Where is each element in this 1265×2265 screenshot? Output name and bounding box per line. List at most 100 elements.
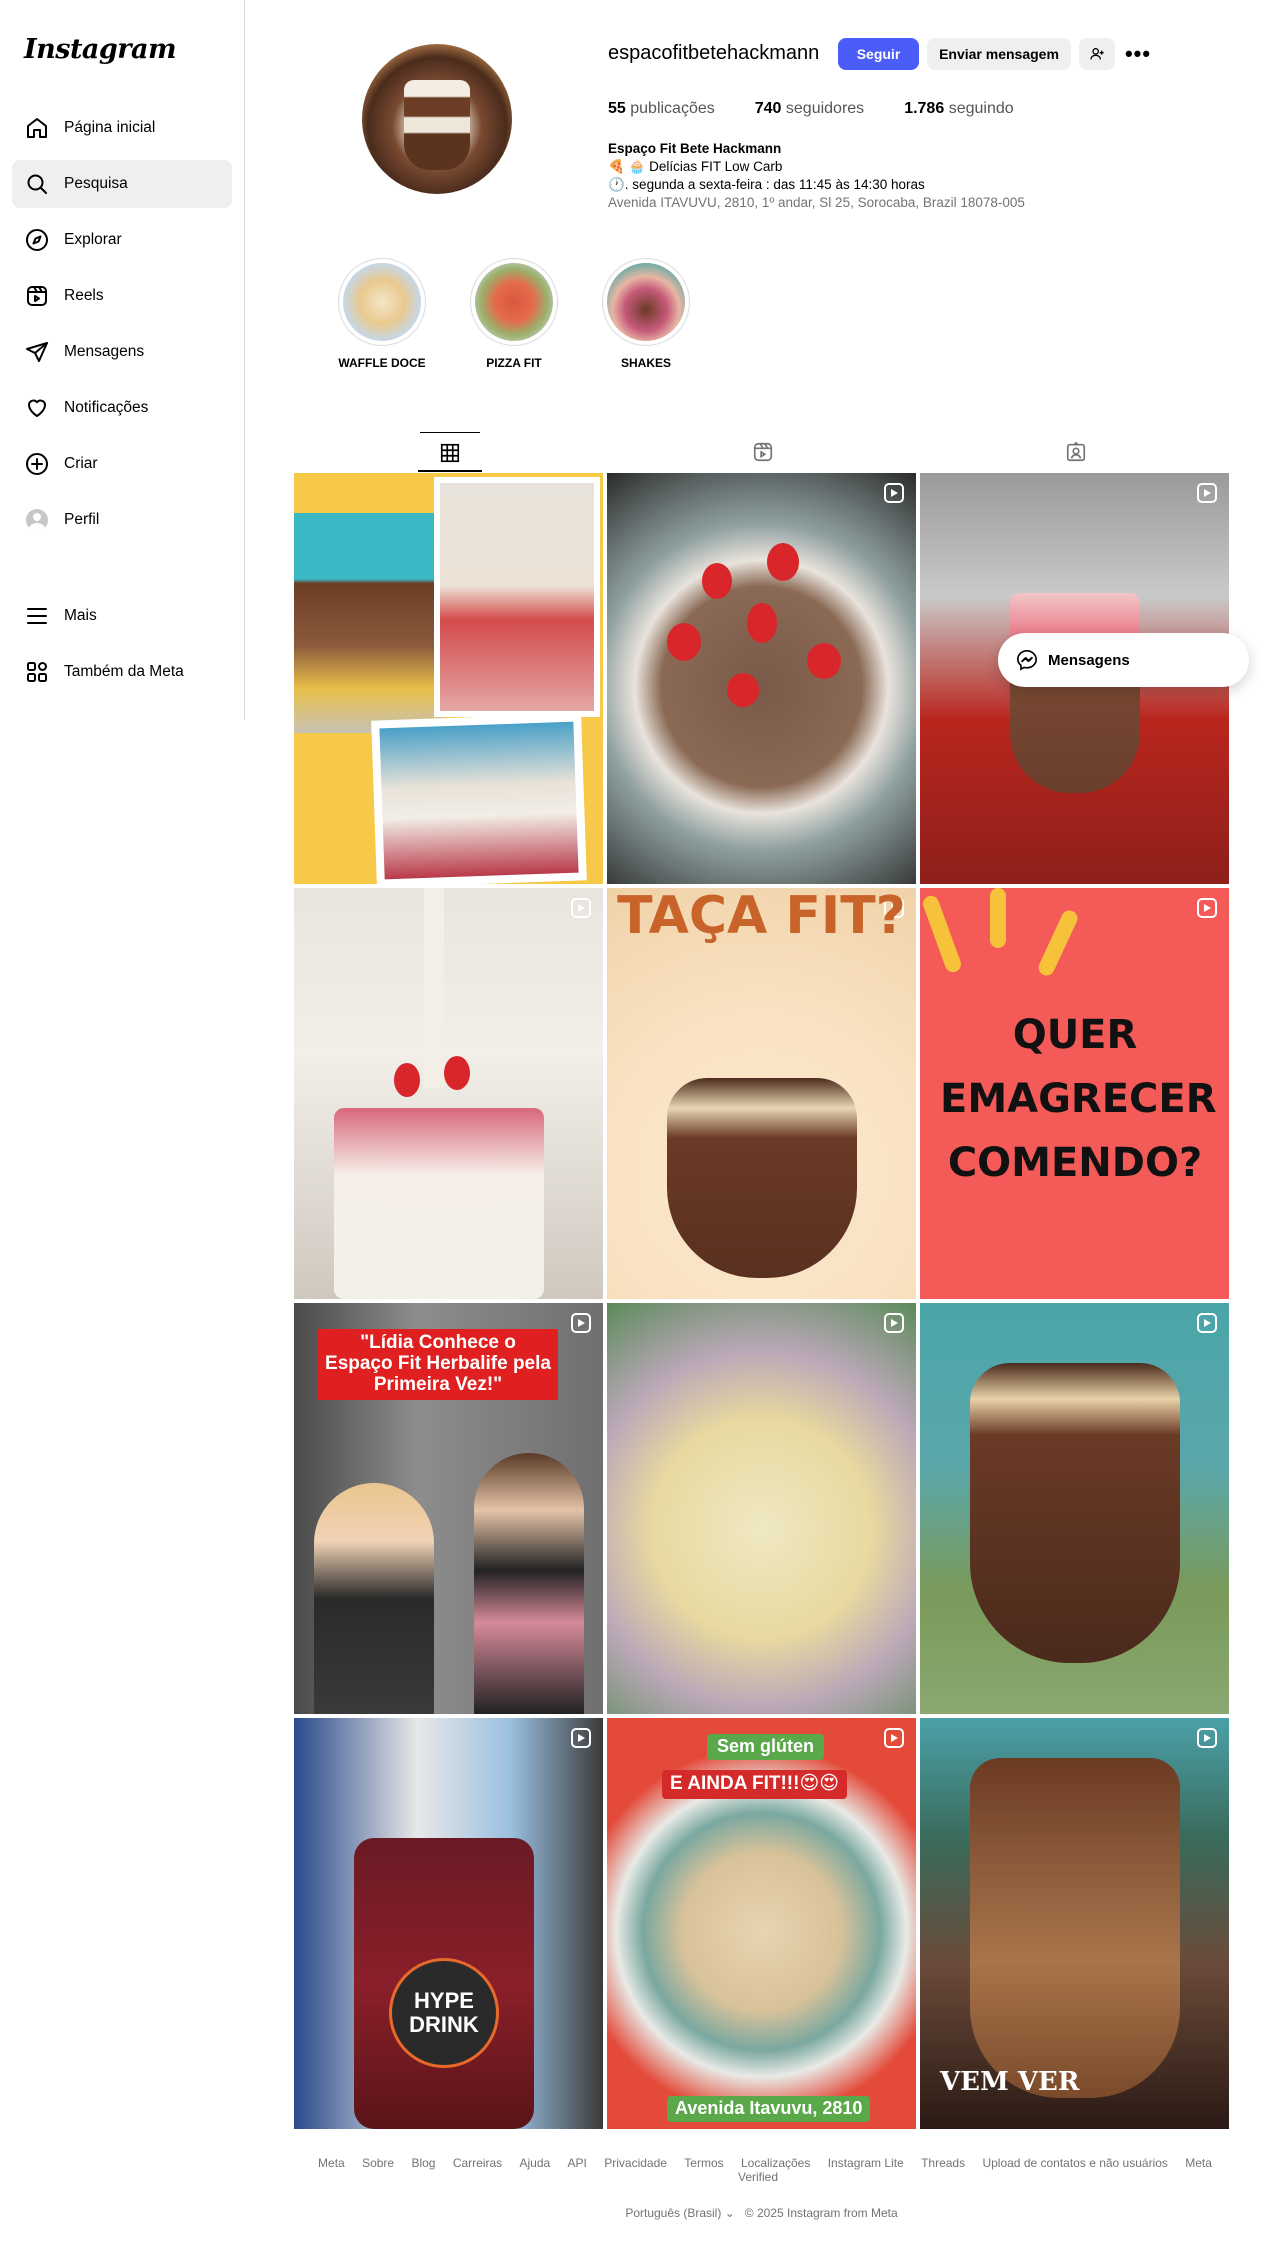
sidebar-item-label: Explorar xyxy=(64,231,122,248)
footer-link[interactable]: Carreiras xyxy=(453,2156,502,2170)
tab-posts[interactable] xyxy=(420,432,480,472)
post-overlay-text: HYPE DRINK xyxy=(389,1958,499,2068)
followers-count[interactable]: 740 seguidores xyxy=(755,100,864,118)
active-tab-indicator xyxy=(418,470,482,472)
post-overlay-text: QUER EMAGRECER COMENDO? xyxy=(940,1012,1217,1186)
highlight-label: WAFFLE DOCE xyxy=(338,356,426,370)
send-message-button[interactable]: Enviar mensagem xyxy=(927,38,1071,70)
profile-username: espacofitbetehackmann xyxy=(608,42,820,64)
footer-link[interactable]: Termos xyxy=(684,2156,723,2170)
sidebar-item-notifications[interactable]: Notificações xyxy=(12,384,232,432)
sidebar-item-create[interactable]: Criar xyxy=(12,440,232,488)
suggest-users-button[interactable] xyxy=(1079,38,1115,70)
footer-link[interactable]: Localizações xyxy=(741,2156,810,2170)
bio-address[interactable]: Avenida ITAVUVU, 2810, 1º andar, Sl 25, … xyxy=(608,194,1025,212)
plus-square-icon xyxy=(24,451,50,477)
post-tile[interactable]: VEM VER xyxy=(920,1718,1229,2129)
posts-count: 55 publicações xyxy=(608,100,715,117)
post-tile[interactable] xyxy=(920,1303,1229,1714)
copyright: © 2025 Instagram from Meta xyxy=(744,2206,898,2220)
footer-bottom: Português (Brasil) ⌄ © 2025 Instagram fr… xyxy=(294,2206,1229,2220)
sidebar-item-search[interactable]: Pesquisa xyxy=(12,160,232,208)
reel-icon xyxy=(571,1728,591,1748)
post-tile[interactable]: TAÇA FIT? xyxy=(607,888,916,1299)
footer-link[interactable]: Upload de contatos e não usuários xyxy=(982,2156,1167,2170)
messages-floating-button[interactable]: Mensagens xyxy=(998,633,1249,687)
profile-bio: Espaço Fit Bete Hackmann 🍕 🧁 Delícias FI… xyxy=(608,140,1025,212)
sidebar-item-home[interactable]: Página inicial xyxy=(12,104,232,152)
sidebar-item-label: Notificações xyxy=(64,399,149,416)
footer-link[interactable]: Sobre xyxy=(362,2156,394,2170)
post-tile[interactable]: "Lídia Conhece o Espaço Fit Herbalife pe… xyxy=(294,1303,603,1714)
reel-icon xyxy=(884,1728,904,1748)
profile-avatar[interactable] xyxy=(362,44,512,194)
post-tile[interactable]: HYPE DRINK xyxy=(294,1718,603,2129)
follow-button[interactable]: Seguir xyxy=(838,38,919,70)
tab-tagged[interactable] xyxy=(1046,432,1106,472)
highlight-pizza-fit[interactable]: PIZZA FIT xyxy=(469,258,559,370)
reel-icon xyxy=(1197,1728,1217,1748)
sidebar-item-explore[interactable]: Explorar xyxy=(12,216,232,264)
sidebar-item-label: Mensagens xyxy=(64,343,145,360)
profile-stats: 55 publicações 740 seguidores 1.786 segu… xyxy=(608,100,1014,118)
following-count[interactable]: 1.786 seguindo xyxy=(904,100,1013,118)
sidebar-item-messages[interactable]: Mensagens xyxy=(12,328,232,376)
post-tile[interactable] xyxy=(607,1303,916,1714)
sidebar-item-label: Também da Meta xyxy=(64,663,184,680)
post-overlay-text: VEM VER xyxy=(940,2067,1080,2097)
sidebar-item-label: Reels xyxy=(64,287,104,304)
compass-icon xyxy=(24,227,50,253)
home-icon xyxy=(24,115,50,141)
reel-icon xyxy=(1197,898,1217,918)
highlight-label: SHAKES xyxy=(620,356,671,370)
footer-link[interactable]: API xyxy=(568,2156,587,2170)
grid-icon xyxy=(440,443,460,462)
reel-icon xyxy=(884,1313,904,1333)
sidebar-item-profile[interactable]: Perfil xyxy=(12,496,232,544)
post-tile[interactable]: Sem glúten E AINDA FIT!!!😍😍 Avenida Itav… xyxy=(607,1718,916,2129)
reel-icon xyxy=(571,898,591,918)
sidebar-item-label: Perfil xyxy=(64,511,100,528)
reel-icon xyxy=(1197,1313,1217,1333)
avatar-icon xyxy=(24,507,50,533)
sidebar: Instagram Página inicial Pesquisa Explor… xyxy=(0,0,245,720)
reels-icon xyxy=(753,442,773,462)
tab-reels[interactable] xyxy=(733,432,793,472)
post-tile[interactable]: QUER EMAGRECER COMENDO? xyxy=(920,888,1229,1299)
post-overlay-text: E AINDA FIT!!!😍😍 xyxy=(662,1770,848,1799)
post-tile[interactable] xyxy=(294,888,603,1299)
posts-grid: TAÇA FIT? QUER EMAGRECER COMENDO? "Lídia… xyxy=(294,473,1229,2129)
footer-link[interactable]: Blog xyxy=(411,2156,435,2170)
footer: Meta Sobre Blog Carreiras Ajuda API Priv… xyxy=(294,2156,1229,2220)
chevron-down-icon: ⌄ xyxy=(724,2206,735,2220)
reel-icon xyxy=(571,1313,591,1333)
reel-icon xyxy=(1197,483,1217,503)
highlight-shakes[interactable]: SHAKES xyxy=(601,258,691,370)
send-icon xyxy=(24,339,50,365)
sidebar-item-reels[interactable]: Reels xyxy=(12,272,232,320)
instagram-logo[interactable]: Instagram xyxy=(24,34,177,65)
bio-hours: 🕐. segunda a sexta-feira : das 11:45 às … xyxy=(608,177,925,192)
add-person-icon xyxy=(1090,48,1104,60)
bio-line: 🍕 🧁 Delícias FIT Low Carb xyxy=(608,159,783,174)
language-selector[interactable]: Português (Brasil) ⌄ xyxy=(625,2206,734,2220)
highlight-waffle-doce[interactable]: WAFFLE DOCE xyxy=(337,258,427,370)
footer-link[interactable]: Privacidade xyxy=(604,2156,667,2170)
bio-name: Espaço Fit Bete Hackmann xyxy=(608,141,782,156)
footer-link[interactable]: Threads xyxy=(921,2156,965,2170)
more-options-button[interactable]: ••• xyxy=(1121,38,1155,70)
sidebar-item-label: Criar xyxy=(64,455,98,472)
post-overlay-text: "Lídia Conhece o Espaço Fit Herbalife pe… xyxy=(318,1329,558,1400)
footer-link[interactable]: Meta xyxy=(318,2156,345,2170)
sidebar-item-label: Mais xyxy=(64,607,97,624)
sidebar-item-label: Página inicial xyxy=(64,119,156,136)
sidebar-item-also-from-meta[interactable]: Também da Meta xyxy=(12,648,232,696)
messages-label: Mensagens xyxy=(1048,651,1130,669)
footer-link[interactable]: Instagram Lite xyxy=(828,2156,904,2170)
search-icon xyxy=(24,171,50,197)
post-overlay-text: Sem glúten xyxy=(707,1734,825,1760)
sidebar-item-more[interactable]: Mais xyxy=(12,592,232,640)
footer-link[interactable]: Ajuda xyxy=(520,2156,551,2170)
post-tile[interactable] xyxy=(607,473,916,884)
post-tile[interactable] xyxy=(294,473,603,884)
